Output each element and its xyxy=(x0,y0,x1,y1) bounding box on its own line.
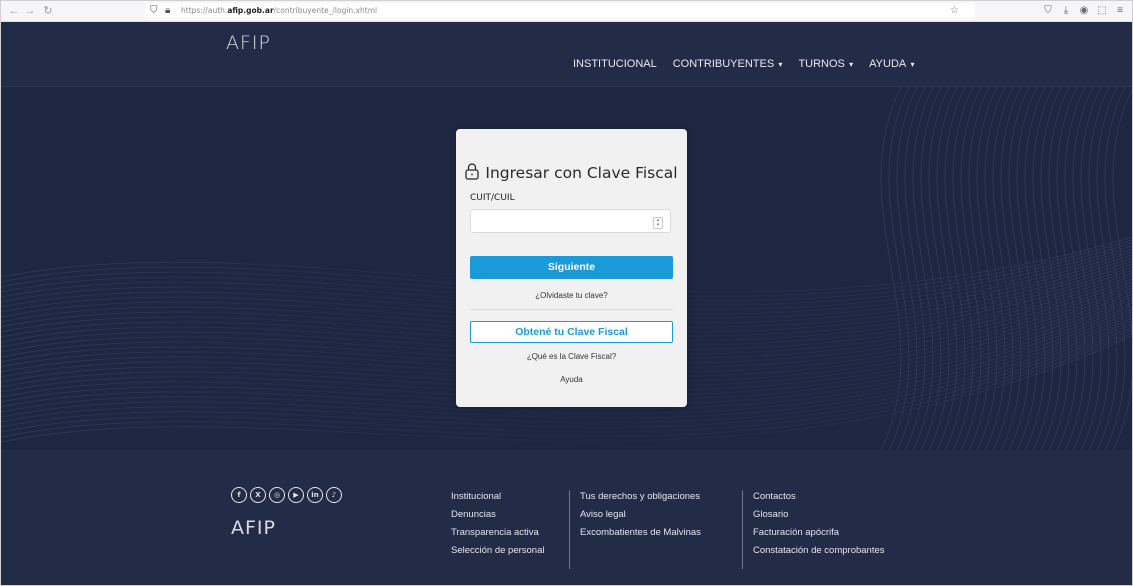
wave-line xyxy=(960,87,982,450)
footer-link[interactable]: Constatación de comprobantes xyxy=(753,542,885,560)
pocket-icon[interactable]: ⛉ xyxy=(1041,4,1055,18)
facebook-icon[interactable]: f xyxy=(231,487,247,503)
extensions-icon[interactable]: ⬚ xyxy=(1095,4,1109,18)
login-title: Ingresar con Clave Fiscal xyxy=(456,162,687,182)
cuit-label: CUIT/CUIL xyxy=(470,193,515,203)
caret-down-icon: ▾ xyxy=(908,60,915,69)
wave-line xyxy=(1024,87,1046,450)
wave-line xyxy=(1008,87,1030,450)
wave-line xyxy=(944,87,966,450)
wave-line xyxy=(920,87,942,450)
footer-divider xyxy=(742,490,743,569)
wave-line xyxy=(1056,87,1078,450)
main-navigation: INSTITUCIONAL CONTRIBUYENTES ▾ TURNOS ▾ … xyxy=(573,58,931,70)
footer-column-2: Tus derechos y obligaciones Aviso legal … xyxy=(580,488,701,542)
what-is-clave-fiscal-link[interactable]: ¿Qué es la Clave Fiscal? xyxy=(456,352,687,361)
footer-link[interactable]: Denuncias xyxy=(451,506,544,524)
wave-line xyxy=(1040,87,1062,450)
nav-turnos[interactable]: TURNOS ▾ xyxy=(798,58,853,70)
number-spinner-icon[interactable]: ▴ ▾ xyxy=(653,217,663,229)
footer-afip-logo[interactable]: AFIP xyxy=(231,517,276,539)
back-icon[interactable]: ← xyxy=(7,4,21,18)
url-text[interactable]: https://auth.afip.gob.ar/contribuyente_/… xyxy=(181,3,377,18)
wave-line xyxy=(896,87,918,450)
obtain-clave-fiscal-button[interactable]: Obtené tu Clave Fiscal xyxy=(470,321,673,343)
caret-down-icon: ▾ xyxy=(846,60,854,69)
address-bar[interactable]: ⛉ 🔒︎ https://auth.afip.gob.ar/contribuye… xyxy=(145,3,975,18)
x-twitter-icon[interactable]: X xyxy=(250,487,266,503)
browser-window: ← → ↻ ⛉ 🔒︎ https://auth.afip.gob.ar/cont… xyxy=(0,0,1133,586)
wave-line xyxy=(904,87,926,450)
social-links: f X ◎ ▶ in ♪ xyxy=(231,487,342,503)
youtube-icon[interactable]: ▶ xyxy=(288,487,304,503)
wave-line xyxy=(912,87,934,450)
footer-link[interactable]: Glosario xyxy=(753,506,885,524)
nav-institucional[interactable]: INSTITUCIONAL xyxy=(573,58,657,70)
menu-icon[interactable]: ≡ xyxy=(1113,4,1127,18)
wave-line xyxy=(1096,87,1118,450)
footer-link[interactable]: Excombatientes de Malvinas xyxy=(580,524,701,542)
wave-line xyxy=(1048,87,1070,450)
footer-link[interactable]: Transparencia activa xyxy=(451,524,544,542)
forward-icon[interactable]: → xyxy=(23,4,37,18)
divider xyxy=(470,309,673,310)
bookmark-star-icon[interactable]: ☆ xyxy=(950,3,959,18)
wave-line xyxy=(1088,87,1110,450)
footer-link[interactable]: Contactos xyxy=(753,488,885,506)
site-footer: f X ◎ ▶ in ♪ AFIP Institucional Denuncias Tra… xyxy=(1,450,1132,585)
wave-line xyxy=(888,87,910,450)
wave-line xyxy=(968,87,990,450)
wave-line xyxy=(1064,87,1086,450)
help-link[interactable]: Ayuda xyxy=(456,375,687,384)
wave-line xyxy=(952,87,974,450)
forgot-password-link[interactable]: ¿Olvidaste tu clave? xyxy=(456,291,687,300)
cuit-input[interactable] xyxy=(470,209,671,233)
tracking-shield-icon[interactable]: ⛉ xyxy=(150,3,158,18)
footer-link[interactable]: Facturación apócrifa xyxy=(753,524,885,542)
instagram-icon[interactable]: ◎ xyxy=(269,487,285,503)
footer-column-1: Institucional Denuncias Transparencia ac… xyxy=(451,488,544,560)
wave-line xyxy=(992,87,1014,450)
siguiente-button[interactable]: Siguiente xyxy=(470,256,673,279)
nav-contribuyentes[interactable]: CONTRIBUYENTES ▾ xyxy=(673,58,783,70)
wave-line xyxy=(936,87,958,450)
footer-column-3: Contactos Glosario Facturación apócrifa … xyxy=(753,488,885,560)
browser-toolbar: ← → ↻ ⛉ 🔒︎ https://auth.afip.gob.ar/cont… xyxy=(1,1,1132,22)
downloads-icon[interactable]: ⤓ xyxy=(1059,4,1073,18)
afip-logo[interactable]: AFIP xyxy=(226,32,271,54)
tiktok-icon[interactable]: ♪ xyxy=(326,487,342,503)
wave-line xyxy=(1104,87,1126,450)
footer-link[interactable]: Institucional xyxy=(451,488,544,506)
site-lock-icon[interactable]: 🔒︎ xyxy=(165,3,170,18)
caret-down-icon: ▾ xyxy=(776,60,783,69)
footer-link[interactable]: Aviso legal xyxy=(580,506,701,524)
login-card: Ingresar con Clave Fiscal CUIT/CUIL ▴ ▾ S… xyxy=(456,129,687,407)
linkedin-icon[interactable]: in xyxy=(307,487,323,503)
nav-ayuda[interactable]: AYUDA ▾ xyxy=(869,58,914,70)
wave-line xyxy=(976,87,998,450)
site-header xyxy=(1,22,1132,87)
lock-icon xyxy=(465,163,480,180)
reload-icon[interactable]: ↻ xyxy=(41,4,55,18)
footer-link[interactable]: Selección de personal xyxy=(451,542,544,560)
footer-divider xyxy=(569,490,570,569)
wave-line xyxy=(1112,88,1132,450)
footer-link[interactable]: Tus derechos y obligaciones xyxy=(580,488,701,506)
account-icon[interactable]: ◉ xyxy=(1077,4,1091,18)
